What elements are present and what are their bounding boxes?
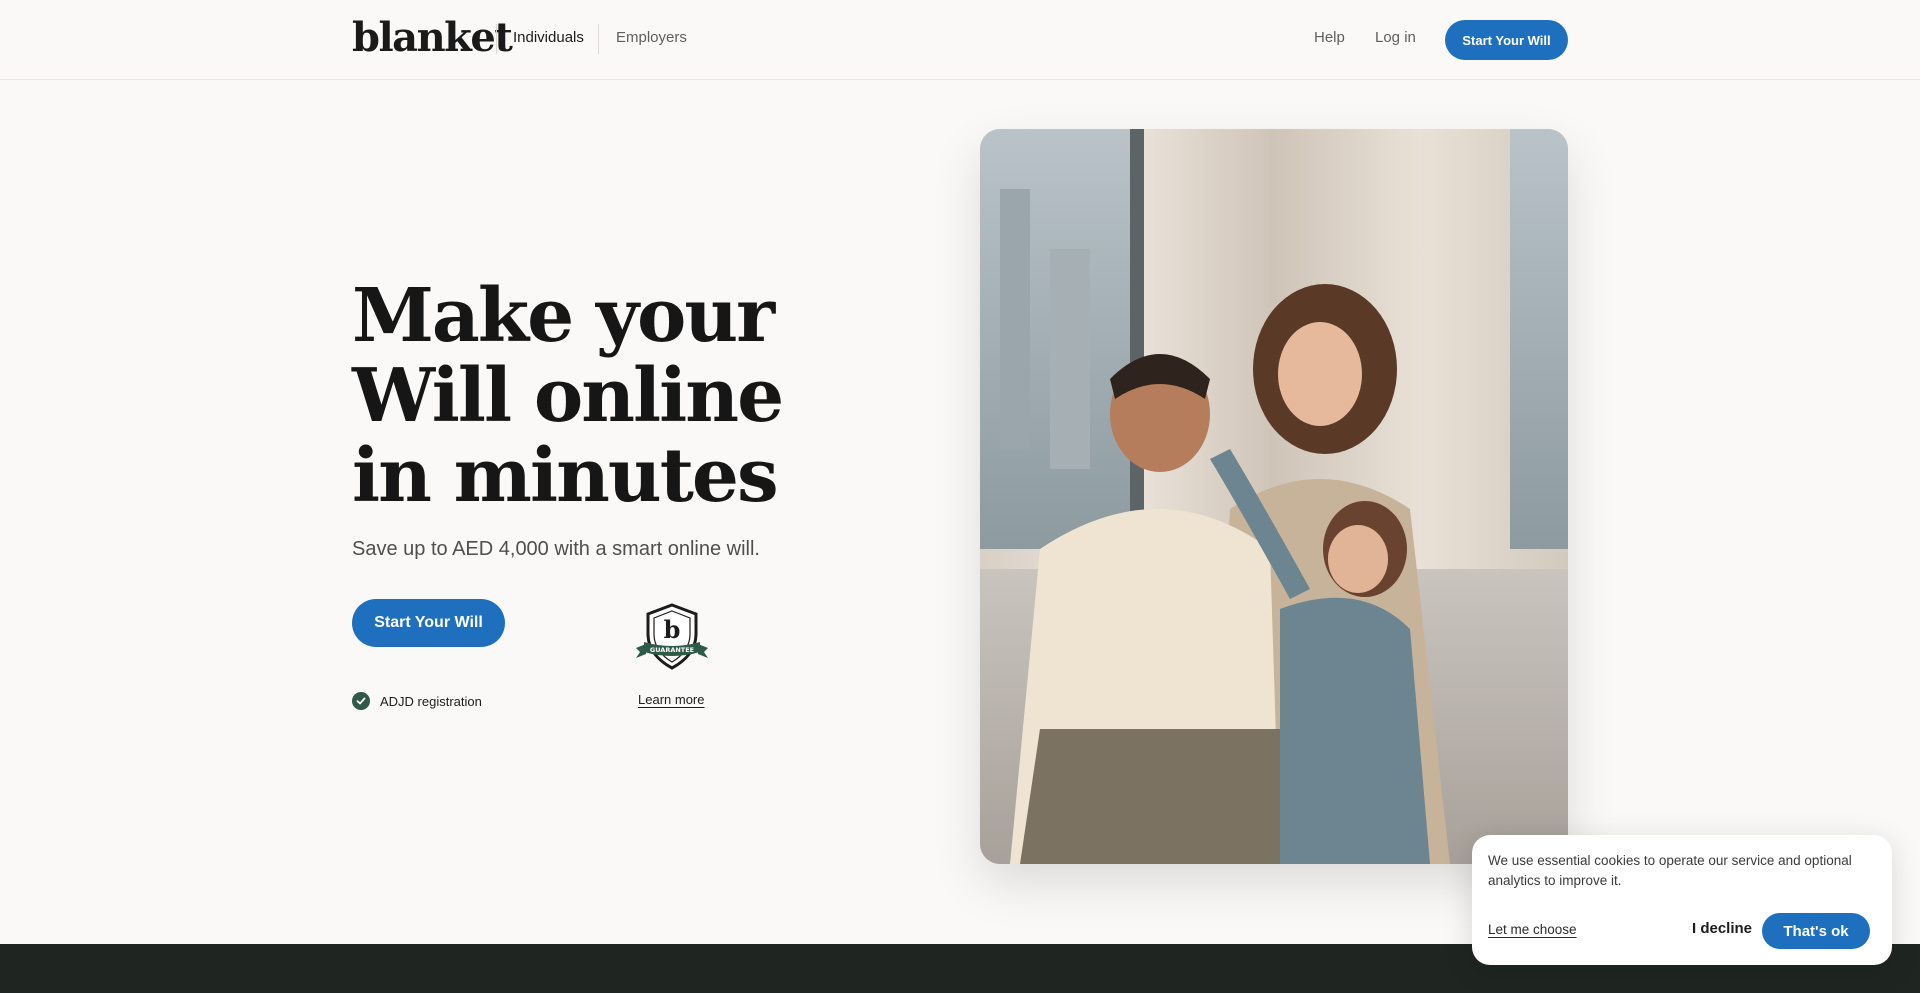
cookie-accept-button[interactable]: That's ok <box>1762 913 1870 949</box>
hero-title-line: Will online <box>352 353 784 439</box>
nav-login[interactable]: Log in <box>1375 29 1416 46</box>
adjd-registration-label: ADJD registration <box>380 693 482 709</box>
hero-title: Make your Will online in minutes <box>352 276 872 516</box>
guarantee-letter: b <box>664 615 681 644</box>
cookie-message: We use essential cookies to operate our … <box>1488 853 1852 888</box>
hero-title-line: in minutes <box>352 433 779 519</box>
blanket-logo[interactable]: blanket <box>352 14 513 61</box>
nav-employers[interactable]: Employers <box>616 29 687 46</box>
header-start-will-button[interactable]: Start Your Will <box>1445 20 1568 60</box>
learn-more-link[interactable]: Learn more <box>638 692 704 707</box>
check-circle-icon <box>352 692 370 710</box>
hero-title-line: Make your <box>352 273 775 359</box>
site-header: blanket Individuals Employers Help Log i… <box>0 0 1920 80</box>
guarantee-label: GUARANTEE <box>650 646 694 654</box>
cookie-decline-button[interactable]: I decline <box>1692 920 1752 937</box>
guarantee-shield-icon: b GUARANTEE <box>632 602 712 672</box>
nav-divider <box>598 24 599 54</box>
adjd-registration-badge: ADJD registration <box>352 692 482 710</box>
family-hero-photo <box>980 129 1568 864</box>
nav-individuals[interactable]: Individuals <box>513 29 584 46</box>
cookie-let-me-choose-link[interactable]: Let me choose <box>1488 922 1577 937</box>
hero-start-will-button[interactable]: Start Your Will <box>352 599 505 647</box>
cookie-banner: We use essential cookies to operate our … <box>1472 835 1892 965</box>
nav-divider <box>496 24 497 54</box>
hero-subtitle: Save up to AED 4,000 with a smart online… <box>352 538 760 560</box>
nav-help[interactable]: Help <box>1314 29 1345 46</box>
